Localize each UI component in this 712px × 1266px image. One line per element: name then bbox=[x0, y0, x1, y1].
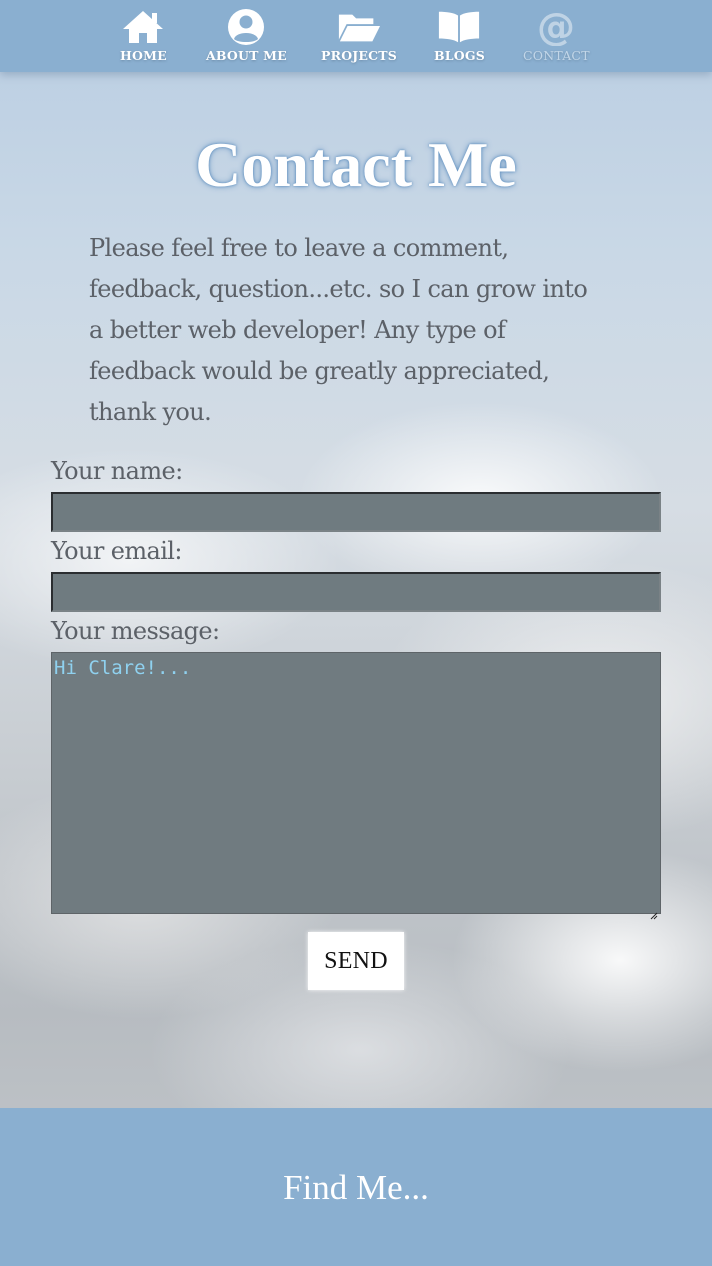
nav-projects-label: PROJECTS bbox=[321, 48, 397, 63]
footer-title: Find Me... bbox=[283, 1168, 429, 1207]
send-wrap: SEND bbox=[308, 932, 404, 990]
intro-line: thank you. bbox=[89, 398, 212, 426]
resize-handle-icon[interactable] bbox=[650, 903, 658, 920]
name-label: Your name: bbox=[51, 457, 183, 485]
email-label: Your email: bbox=[51, 537, 182, 565]
nav-about-me[interactable]: ABOUT ME bbox=[206, 8, 287, 63]
nav-projects[interactable]: PROJECTS bbox=[321, 8, 397, 63]
nav-home[interactable]: HOME bbox=[120, 8, 167, 63]
name-field[interactable] bbox=[51, 492, 661, 532]
message-field[interactable]: Hi Clare!... bbox=[51, 652, 661, 920]
nav-home-label: HOME bbox=[120, 48, 167, 63]
nav-about-me-label: ABOUT ME bbox=[206, 48, 287, 63]
user-circle-icon bbox=[224, 8, 268, 46]
svg-text:@: @ bbox=[537, 8, 575, 46]
nav-blogs[interactable]: BLOGS bbox=[434, 8, 485, 63]
contact-form: Your name: Your email: Your message: Hi … bbox=[51, 452, 661, 920]
at-sign-icon: @ bbox=[534, 8, 578, 46]
intro-line: a better web developer! Any type of bbox=[89, 316, 506, 344]
footer: Find Me... bbox=[0, 1108, 712, 1266]
intro-line: Please feel free to leave a comment, bbox=[89, 234, 509, 262]
message-placeholder: Hi Clare!... bbox=[54, 657, 192, 679]
home-icon bbox=[121, 8, 165, 46]
intro-line: feedback would be greatly appreciated, bbox=[89, 357, 550, 385]
nav-contact-label: CONTACT bbox=[523, 48, 590, 63]
send-button[interactable]: SEND bbox=[308, 932, 404, 990]
top-navbar: HOME ABOUT ME PROJECTS BLOGS @ CONTACT bbox=[0, 0, 712, 72]
folder-open-icon bbox=[337, 8, 381, 46]
book-open-icon bbox=[437, 8, 481, 46]
page-title: Contact Me bbox=[195, 129, 517, 200]
intro-line: feedback, question...etc. so I can grow … bbox=[89, 275, 588, 303]
message-label: Your message: bbox=[51, 617, 220, 645]
nav-blogs-label: BLOGS bbox=[434, 48, 485, 63]
intro-text: Please feel free to leave a comment, fee… bbox=[89, 228, 629, 433]
nav-contact[interactable]: @ CONTACT bbox=[523, 8, 590, 63]
email-field[interactable] bbox=[51, 572, 661, 612]
